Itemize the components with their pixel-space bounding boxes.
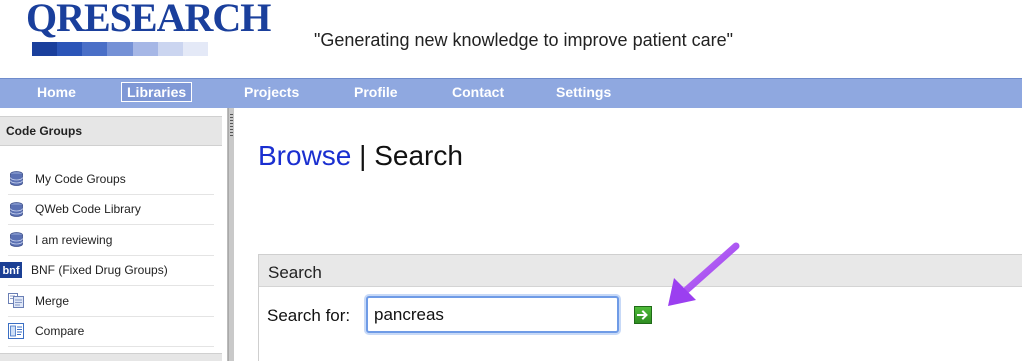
arrow-right-icon [637,310,648,320]
header: QRESEARCH "Generating new knowledge to i… [0,0,1022,78]
sidebar-item-label: BNF (Fixed Drug Groups) [31,263,168,278]
logo-text: QRESEARCH [26,0,271,40]
tagline: "Generating new knowledge to improve pat… [314,30,734,50]
sidebar-resize-handle[interactable] [228,108,234,361]
search-go-button[interactable] [634,306,652,324]
sidebar-item-label: My Code Groups [35,171,126,186]
sidebar-footer [0,353,222,361]
sidebar-item-label: Merge [35,293,70,308]
sidebar: Code Groups My Code Groups QWeb Code Lib… [0,108,228,361]
sidebar-item-merge[interactable]: Merge [8,286,214,317]
nav-contact[interactable]: Contact [452,84,504,100]
search-panel: Search Search for: [258,254,1022,361]
nav-libraries[interactable]: Libraries [121,82,193,102]
compare-icon [8,323,24,340]
title-separator: | [351,140,375,171]
nav-settings[interactable]: Settings [556,84,611,100]
browse-link[interactable]: Browse [258,140,351,171]
sidebar-item-bnf[interactable]: bnf BNF (Fixed Drug Groups) [0,256,214,286]
sidebar-item-label: Compare [35,324,85,339]
main-nav: Home Libraries Projects Profile Contact … [0,78,1022,108]
database-icon [8,232,24,248]
database-icon [8,171,24,187]
search-title: Search [374,140,463,171]
database-icon [8,201,24,217]
grip-icon [230,114,233,136]
merge-icon [8,293,24,309]
sidebar-item-label: QWeb Code Library [35,202,141,217]
sidebar-item-qweb-code-library[interactable]: QWeb Code Library [8,195,214,225]
sidebar-item-label: I am reviewing [35,232,113,247]
search-for-label: Search for: [267,306,351,325]
svg-text:bnf: bnf [2,265,19,277]
nav-projects[interactable]: Projects [244,84,299,100]
search-input[interactable] [366,296,619,333]
sidebar-title: Code Groups [0,116,222,146]
logo-bars [32,42,208,56]
sidebar-item-i-am-reviewing[interactable]: I am reviewing [8,225,214,256]
search-panel-heading: Search [259,255,1022,287]
sidebar-item-compare[interactable]: Compare [8,317,214,347]
bnf-icon: bnf [0,262,22,279]
nav-profile[interactable]: Profile [354,84,398,100]
sidebar-list: My Code Groups QWeb Code Library I am re… [0,164,214,347]
nav-home[interactable]: Home [37,84,76,100]
page-title: Browse | Search [258,140,463,172]
sidebar-item-my-code-groups[interactable]: My Code Groups [8,164,214,195]
qresearch-logo[interactable]: QRESEARCH [26,0,271,60]
